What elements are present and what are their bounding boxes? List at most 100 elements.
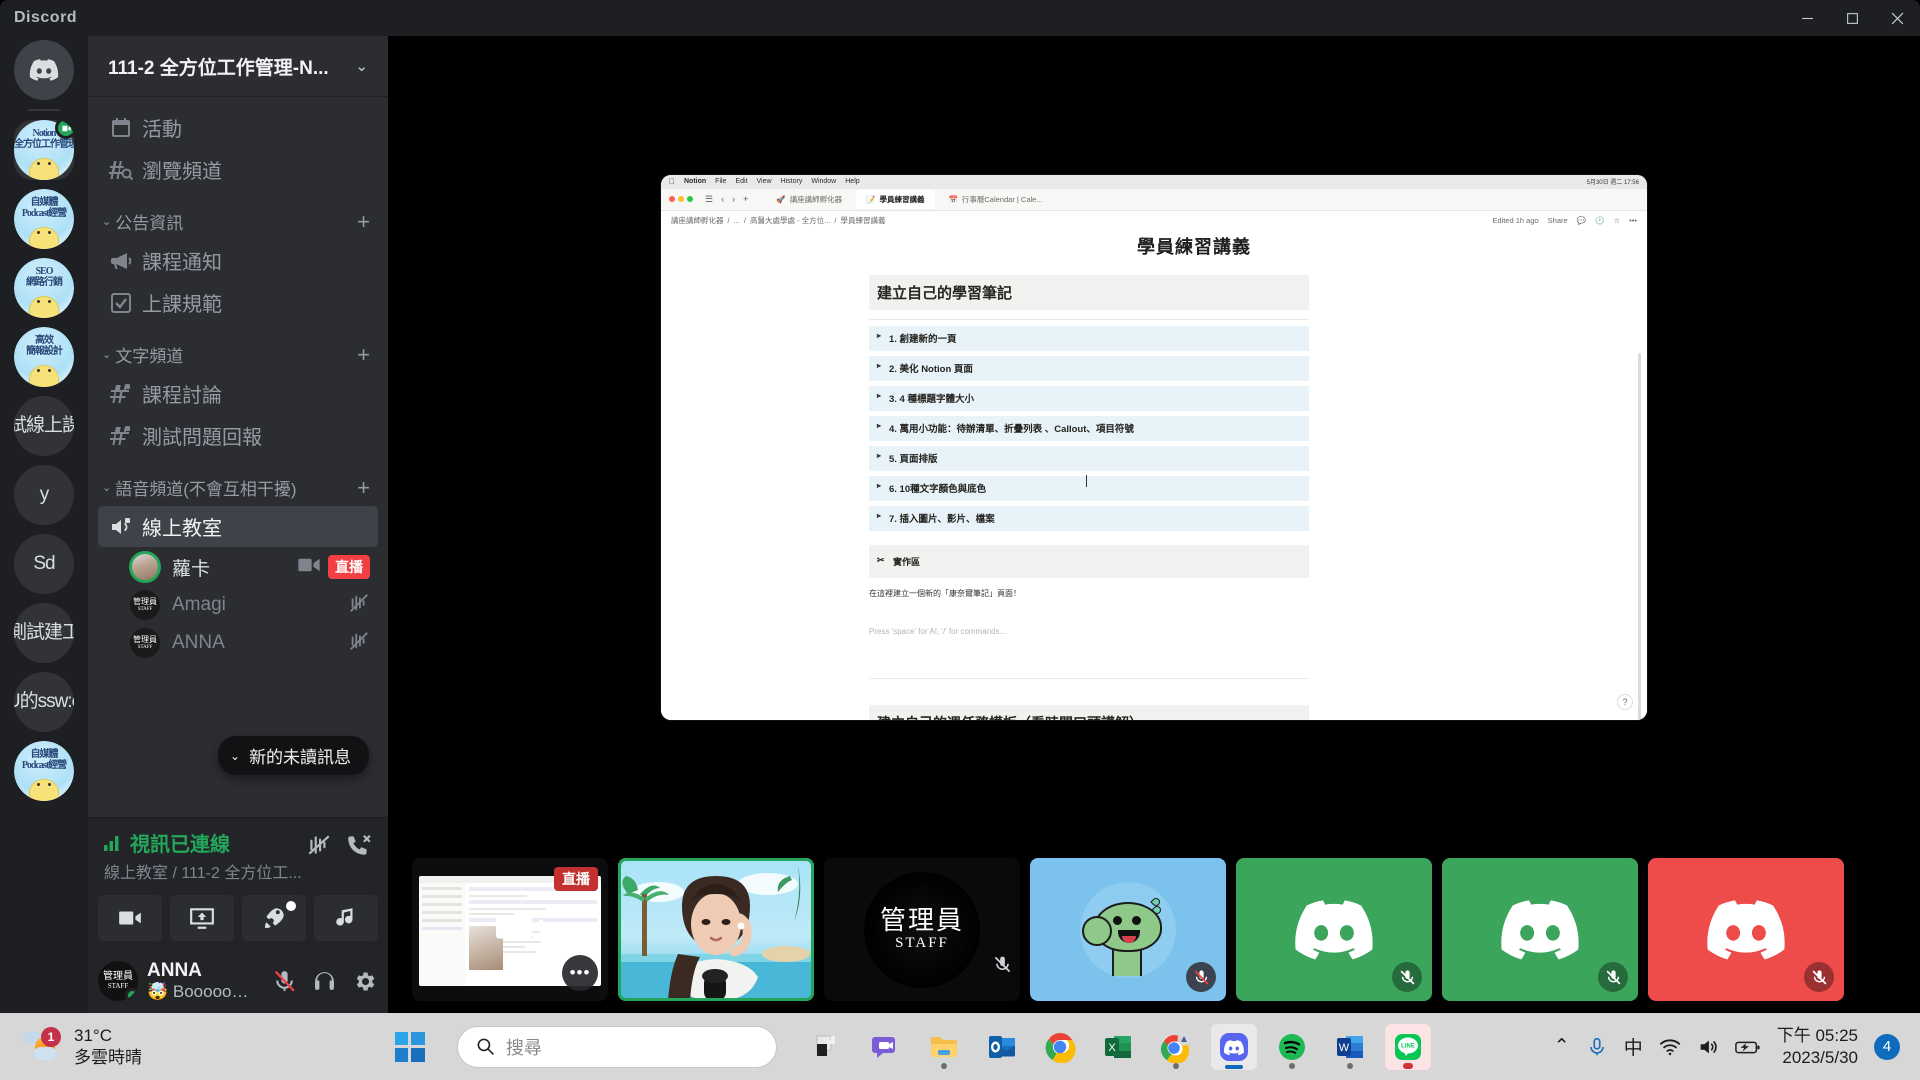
notion-toggle-block[interactable]: 1. 創建新的一頁 bbox=[869, 325, 1309, 351]
star-icon[interactable]: ☆ bbox=[1613, 216, 1620, 225]
notification-center-badge[interactable]: 4 bbox=[1874, 1033, 1900, 1060]
notion-tab[interactable]: 🚀 講座講師孵化器 bbox=[766, 190, 852, 209]
sidebar-toggle-icon[interactable]: ☰ bbox=[705, 194, 713, 205]
sidebar-item-channel[interactable]: 課程討論 bbox=[98, 373, 378, 414]
server-header[interactable]: 111-2 全方位工作管理-N... ⌄ bbox=[88, 36, 388, 96]
sidebar-item-channel[interactable]: 上課規範 bbox=[98, 282, 378, 323]
notion-toggle-block[interactable]: 7. 插入圖片、影片、檔案 bbox=[869, 505, 1309, 531]
server-icon[interactable]: Sd bbox=[14, 534, 74, 594]
maximize-button[interactable] bbox=[1830, 0, 1875, 36]
taskbar-app-teams[interactable] bbox=[863, 1024, 909, 1070]
notion-toggle-block[interactable]: 3. 4 種標題字體大小 bbox=[869, 385, 1309, 411]
new-tab-icon[interactable]: + bbox=[743, 194, 748, 205]
battery-icon[interactable] bbox=[1734, 1036, 1761, 1058]
notion-placeholder[interactable]: Press 'space' for AI, '/' for commands..… bbox=[869, 627, 1517, 636]
breadcrumb-item[interactable]: 學員練習講義 bbox=[840, 215, 885, 226]
breadcrumb-item[interactable]: 講座講師孵化器 bbox=[671, 215, 724, 226]
share-screen-button[interactable] bbox=[170, 895, 234, 941]
add-channel-button[interactable]: + bbox=[357, 210, 370, 233]
voice-member[interactable]: 管理員 STAFF Amagi bbox=[122, 587, 378, 623]
avatar[interactable]: 管理員 STAFF bbox=[98, 961, 138, 1001]
breadcrumb-item[interactable]: ... bbox=[734, 216, 740, 225]
notion-tab-active[interactable]: 📝 學員練習講義 bbox=[856, 189, 935, 209]
activities-button[interactable] bbox=[242, 895, 306, 941]
server-icon[interactable]: U的ssw:o bbox=[14, 672, 74, 732]
clock-icon[interactable]: 🕐 bbox=[1595, 216, 1604, 225]
comment-icon[interactable]: 💬 bbox=[1577, 216, 1586, 225]
mic-icon[interactable] bbox=[1586, 1036, 1608, 1058]
server-icon[interactable]: 自媒體 Podcast經營 bbox=[14, 741, 74, 801]
scrollbar[interactable] bbox=[1638, 352, 1641, 720]
more-options-button[interactable]: ••• bbox=[562, 955, 598, 991]
taskbar-app-excel[interactable]: X bbox=[1095, 1024, 1141, 1070]
more-icon[interactable]: ••• bbox=[1629, 216, 1637, 225]
server-icon[interactable]: y bbox=[14, 465, 74, 525]
taskbar-app-word[interactable]: W bbox=[1327, 1024, 1373, 1070]
server-icon[interactable]: SEO 網路行銷 bbox=[14, 258, 74, 318]
sidebar-item-selected-channel[interactable]: 線上教室 bbox=[98, 506, 378, 547]
server-icon[interactable]: 自媒體 Podcast經營 bbox=[14, 189, 74, 249]
minimize-button[interactable] bbox=[1785, 0, 1830, 36]
ime-indicator[interactable]: 中 bbox=[1624, 1033, 1643, 1060]
notion-tab[interactable]: 📅 行事曆Calendar | Cale... bbox=[939, 190, 1053, 209]
disconnect-button[interactable] bbox=[346, 832, 372, 858]
taskbar-clock[interactable]: 下午 05:25 2023/5/30 bbox=[1777, 1025, 1858, 1068]
deafen-button[interactable] bbox=[306, 963, 342, 999]
server-icon[interactable]: 測試建工 bbox=[14, 603, 74, 663]
wifi-icon[interactable] bbox=[1659, 1036, 1681, 1058]
help-button[interactable]: ? bbox=[1617, 693, 1633, 710]
add-channel-button[interactable]: + bbox=[357, 476, 370, 499]
sidebar-item-channel[interactable]: 測試問題回報 bbox=[98, 415, 378, 456]
notion-toggle-block[interactable]: 4. 萬用小功能：待辦清單、折疊列表 、Callout、項目符號 bbox=[869, 415, 1309, 441]
volume-icon[interactable] bbox=[1697, 1036, 1719, 1058]
taskbar-app-line[interactable]: LINE bbox=[1384, 1023, 1431, 1070]
share-button[interactable]: Share bbox=[1548, 216, 1568, 225]
mac-traffic-lights[interactable] bbox=[669, 196, 693, 202]
search-input[interactable]: 搜尋 bbox=[456, 1025, 777, 1068]
taskbar-app-file-explorer[interactable] bbox=[921, 1024, 967, 1070]
notion-toggle-block[interactable]: 5. 頁面排版 bbox=[869, 445, 1309, 471]
taskbar-app-chrome[interactable] bbox=[1037, 1024, 1083, 1070]
camera-button[interactable] bbox=[98, 895, 162, 941]
sidebar-item-channel[interactable]: 課程通知 bbox=[98, 240, 378, 281]
camera-tile[interactable] bbox=[618, 858, 814, 1001]
taskbar-weather-widget[interactable]: 1 31°C 多雲時晴 bbox=[22, 1025, 272, 1068]
taskbar-app-discord[interactable] bbox=[1210, 1023, 1257, 1070]
soundboard-button[interactable] bbox=[314, 895, 378, 941]
user-info[interactable]: ANNA 🤯 Booooom!!! bbox=[147, 960, 257, 1002]
server-icon[interactable]: Notion 全方位工作管理 bbox=[14, 120, 74, 180]
server-icon[interactable]: 高效 簡報設計 bbox=[14, 327, 74, 387]
screenshare-tile[interactable]: 直播 ••• bbox=[412, 858, 608, 1001]
new-unread-messages-pill[interactable]: ⌄ 新的未讀訊息 bbox=[218, 736, 370, 775]
breadcrumb-item[interactable]: 高醫大處學處 - 全方位... bbox=[750, 215, 830, 226]
home-button[interactable] bbox=[14, 40, 74, 100]
discord-avatar-tile-3[interactable] bbox=[1648, 858, 1844, 1001]
staff-avatar-tile[interactable]: 管理員 STAFF bbox=[824, 858, 1020, 1001]
taskbar-app-lenovo[interactable] bbox=[805, 1024, 851, 1070]
channel-category[interactable]: ⌄ 文字頻道 + bbox=[88, 324, 388, 372]
notion-nav-icons[interactable]: ☰ ‹ › + bbox=[705, 194, 748, 205]
discord-avatar-tile-1[interactable] bbox=[1236, 858, 1432, 1001]
sidebar-item-events[interactable]: 活動 bbox=[98, 107, 378, 148]
sidebar-item-browse-channels[interactable]: 瀏覽頻道 bbox=[98, 149, 378, 190]
server-icon[interactable]: 試線上課 bbox=[14, 396, 74, 456]
notion-toggle-block[interactable]: 6. 10種文字顏色與底色 bbox=[869, 475, 1309, 501]
noise-suppression-button[interactable] bbox=[306, 832, 332, 858]
add-channel-button[interactable]: + bbox=[357, 343, 370, 366]
dino-avatar-tile[interactable] bbox=[1030, 858, 1226, 1001]
taskbar-app-outlook[interactable] bbox=[979, 1024, 1025, 1070]
discord-avatar-tile-2[interactable] bbox=[1442, 858, 1638, 1001]
voice-member[interactable]: 管理員 STAFF ANNA bbox=[122, 625, 378, 661]
tray-expand-button[interactable]: ⌃ bbox=[1554, 1035, 1570, 1058]
forward-icon[interactable]: › bbox=[732, 194, 735, 205]
back-icon[interactable]: ‹ bbox=[721, 194, 724, 205]
channel-category[interactable]: ⌄ 語音頻道(不會互相干擾) + bbox=[88, 457, 388, 505]
channel-category[interactable]: ⌄ 公告資訊 + bbox=[88, 191, 388, 239]
close-button[interactable] bbox=[1875, 0, 1920, 36]
taskbar-app-chrome-2[interactable] bbox=[1153, 1024, 1199, 1070]
voice-member[interactable]: 蘿卡 直播 bbox=[122, 549, 378, 585]
mute-button[interactable] bbox=[266, 963, 302, 999]
taskbar-app-spotify[interactable] bbox=[1269, 1024, 1315, 1070]
start-button[interactable] bbox=[394, 1031, 425, 1062]
notion-page-content[interactable]: 學員練習講義 建立自己的學習筆記 1. 創建新的一頁 2. 美化 Notion 頁… bbox=[661, 230, 1647, 720]
